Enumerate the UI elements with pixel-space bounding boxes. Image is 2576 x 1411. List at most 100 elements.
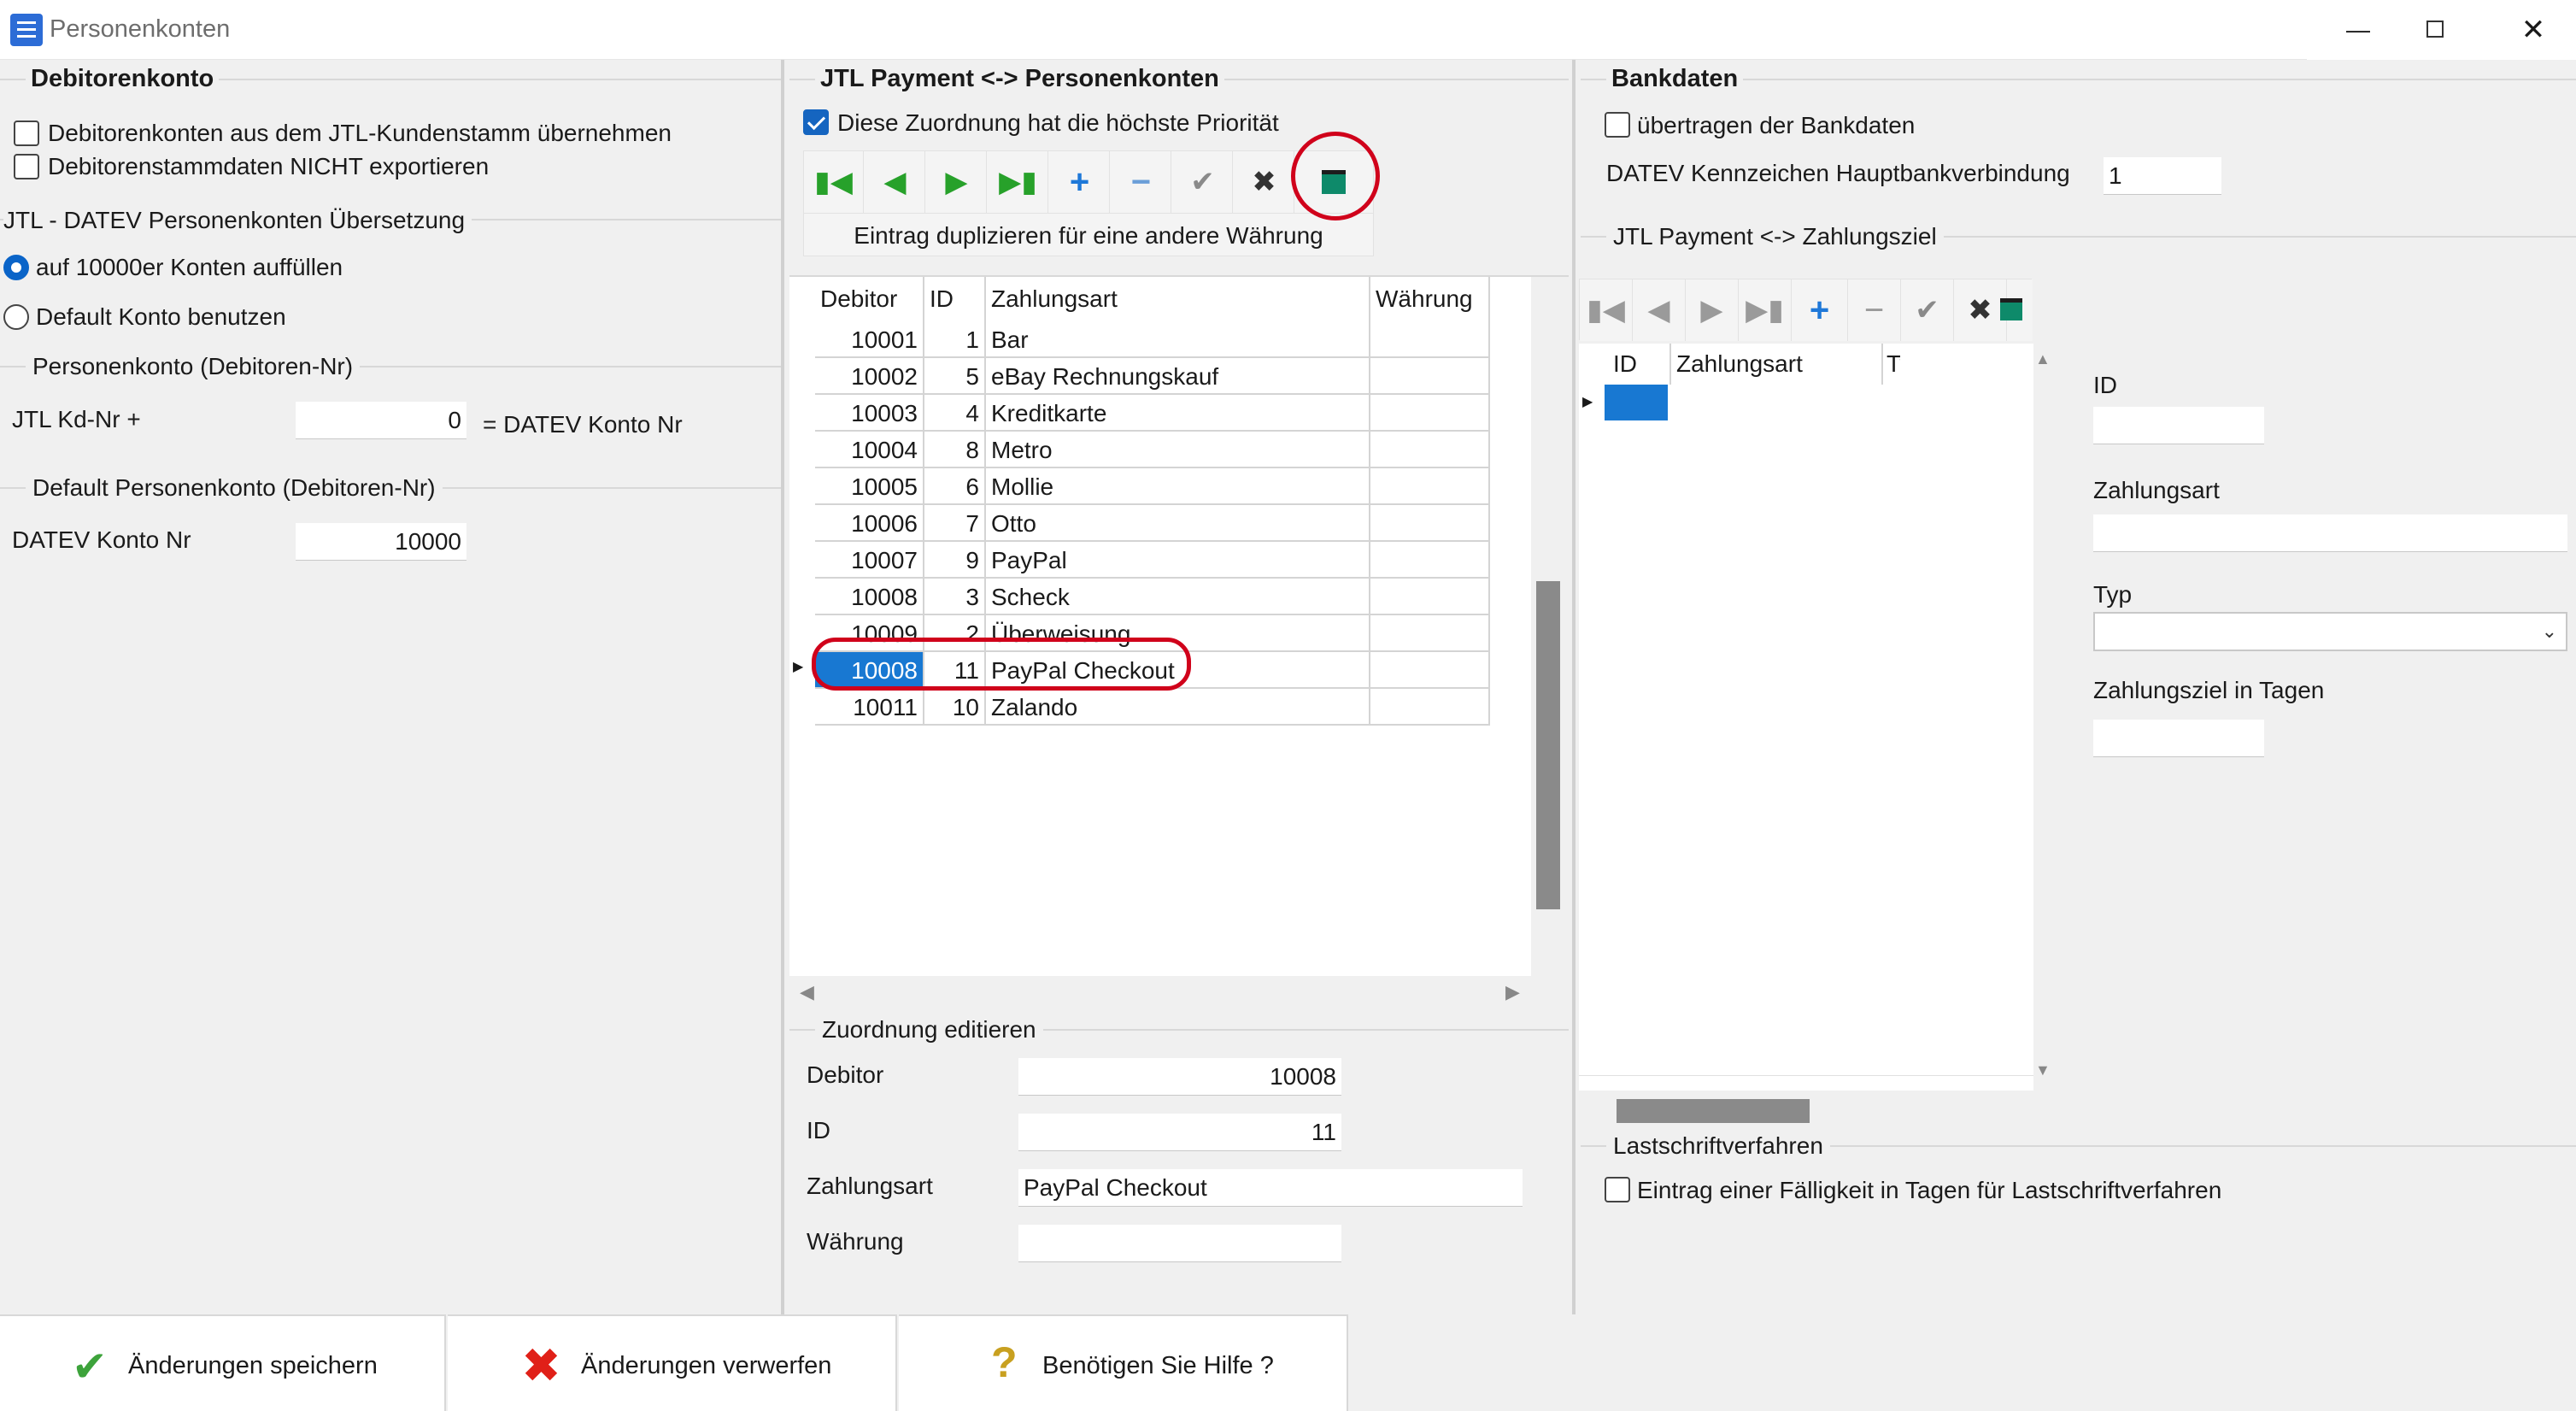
table-row[interactable]: 10008 3 Scheck: [815, 579, 1490, 615]
minimize-icon[interactable]: —: [2332, 12, 2384, 48]
payment-toolbar: ▮◀ ◀ ▶ ▶▮ + − ✔ ✖ Eintrag duplizieren fü…: [803, 150, 1374, 256]
help-button[interactable]: ? Benötigen Sie Hilfe ?: [899, 1314, 1348, 1411]
splitter-left[interactable]: [781, 60, 784, 1314]
maximize-icon[interactable]: [2426, 21, 2444, 38]
typ-label: Typ: [2093, 581, 2133, 608]
table-row[interactable]: 10003 4 Kreditkarte: [815, 395, 1490, 432]
confirm-icon[interactable]: ✔: [1173, 151, 1233, 213]
confirm-icon[interactable]: ✔: [1901, 279, 1954, 341]
table-row[interactable]: 10007 9 PayPal: [815, 542, 1490, 579]
highlight-oval: [812, 638, 1191, 691]
ziel-label: Zahlungsziel in Tagen: [2093, 677, 2325, 703]
hauptbank-input[interactable]: 1: [2104, 157, 2221, 195]
add-icon[interactable]: +: [1792, 279, 1848, 341]
chevron-down-icon: ⌄: [2541, 620, 2557, 642]
table-row[interactable]: 10002 5 eBay Rechnungskauf: [815, 358, 1490, 395]
cb-bankdaten[interactable]: [1605, 112, 1630, 138]
row-indicator-icon: ▶: [793, 660, 804, 674]
close-icon[interactable]: ✕: [2508, 12, 2559, 48]
prev-record-icon[interactable]: ◀: [866, 151, 925, 213]
duplicate-icon[interactable]: [2000, 279, 2033, 341]
edit-debitor-label: Debitor: [807, 1061, 884, 1088]
discard-label: Änderungen verwerfen: [581, 1352, 832, 1379]
uebersetzung-title: JTL - DATEV Personenkonten Übersetzung: [3, 207, 472, 234]
table-row[interactable]: 10004 8 Metro: [815, 432, 1490, 468]
scroll-left-icon[interactable]: ◀: [800, 981, 814, 1003]
scroll-up-icon[interactable]: ▲: [2035, 350, 2051, 368]
table-row[interactable]: 10011 10 Zalando: [815, 689, 1490, 726]
col-typ[interactable]: Ty: [1883, 344, 1900, 385]
col-waehrung[interactable]: Währung: [1370, 277, 1490, 321]
radio-default-konto[interactable]: [3, 304, 29, 330]
remove-icon[interactable]: −: [1848, 279, 1901, 341]
edit-waehrung-input[interactable]: [1018, 1225, 1341, 1262]
col-debitor[interactable]: Debitor: [815, 277, 924, 321]
remove-icon[interactable]: −: [1112, 151, 1171, 213]
discard-button[interactable]: ✖ Änderungen verwerfen: [448, 1314, 897, 1411]
next-record-icon[interactable]: ▶: [927, 151, 987, 213]
scroll-down-icon[interactable]: ▼: [2035, 1061, 2051, 1079]
add-icon[interactable]: +: [1050, 151, 1110, 213]
radio-auffuellen[interactable]: [3, 255, 29, 280]
prev-record-icon[interactable]: ◀: [1633, 279, 1686, 341]
typ-select[interactable]: ⌄: [2093, 612, 2567, 651]
save-button[interactable]: ✔ Änderungen speichern: [0, 1314, 446, 1411]
first-record-icon[interactable]: ▮◀: [804, 151, 864, 213]
table-row[interactable]: 10006 7 Otto: [815, 505, 1490, 542]
datev-suffix: = DATEV Konto Nr: [483, 411, 683, 438]
first-record-icon[interactable]: ▮◀: [1580, 279, 1633, 341]
grid-vscroll[interactable]: [1534, 277, 1562, 1010]
debitor-title: Debitorenkonto: [26, 65, 220, 93]
splitter-right[interactable]: [1572, 60, 1576, 1314]
hauptbank-label: DATEV Kennzeichen Hauptbankverbindung: [1606, 160, 2070, 186]
table-row[interactable]: 10005 6 Mollie: [815, 468, 1490, 505]
zahlungsziel-title: JTL Payment <-> Zahlungsziel: [1606, 223, 1944, 250]
bank-title: Bankdaten: [1606, 65, 1744, 93]
col-id[interactable]: ID: [1608, 344, 1671, 385]
col-id[interactable]: ID: [924, 277, 986, 321]
col-zahlungsart[interactable]: Zahlungsart: [986, 277, 1370, 321]
grid-header: Debitor ID Zahlungsart Währung: [815, 277, 1490, 321]
last-record-icon[interactable]: ▶▮: [989, 151, 1048, 213]
zahlungsart-input[interactable]: [2093, 514, 2567, 552]
grid-vscroll-thumb[interactable]: [1536, 581, 1560, 909]
col-zahlungsart[interactable]: Zahlungsart: [1671, 344, 1883, 385]
personenkonto-title: Personenkonto (Debitoren-Nr): [26, 353, 361, 380]
lastschrift-title: Lastschriftverfahren: [1606, 1132, 1830, 1160]
next-record-icon[interactable]: ▶: [1686, 279, 1739, 341]
zahlungsziel-hscroll[interactable]: [1579, 1099, 1941, 1123]
ziel-input[interactable]: [2093, 720, 2264, 757]
default-konto-title: Default Personenkonto (Debitoren-Nr): [26, 474, 443, 502]
scroll-right-icon[interactable]: ▶: [1505, 981, 1520, 1003]
cb-nicht-exportieren[interactable]: [14, 154, 39, 179]
last-record-icon[interactable]: ▶▮: [1739, 279, 1792, 341]
dup-button[interactable]: Eintrag duplizieren für eine andere Währ…: [804, 213, 1373, 257]
datev-konto-input[interactable]: 10000: [296, 523, 466, 561]
help-label: Benötigen Sie Hilfe ?: [1042, 1352, 1274, 1379]
edit-id-input[interactable]: 11: [1018, 1114, 1341, 1151]
edit-zahlungsart-input[interactable]: PayPal Checkout: [1018, 1169, 1523, 1207]
edit-waehrung-label: Währung: [807, 1228, 904, 1255]
zahlungsziel-hscroll-thumb[interactable]: [1617, 1099, 1810, 1123]
zahlungsziel-grid: ID Zahlungsart Ty ▶: [1579, 344, 2033, 1091]
cancel-icon[interactable]: ✖: [1954, 279, 2007, 341]
row-indicator-icon: ▶: [1582, 395, 1593, 409]
kdnr-input[interactable]: 0: [296, 402, 466, 439]
id-input[interactable]: [2093, 407, 2264, 444]
cb-lastschrift-label: Eintrag einer Fälligkeit in Tagen für La…: [1637, 1177, 2222, 1203]
table-row[interactable]: 10001 1 Bar: [815, 321, 1490, 358]
cb-lastschrift[interactable]: [1605, 1177, 1630, 1202]
radio-auffuellen-label: auf 10000er Konten auffüllen: [36, 254, 343, 280]
grid-hscroll[interactable]: ◀ ▶: [789, 976, 1531, 1010]
app-icon: [10, 14, 43, 46]
cb-prioritaet[interactable]: [803, 109, 829, 135]
edit-debitor-input[interactable]: 10008: [1018, 1058, 1341, 1096]
edit-title: Zuordnung editieren: [815, 1016, 1043, 1044]
cancel-icon[interactable]: ✖: [1235, 151, 1294, 213]
cb-kundenstamm-label: Debitorenkonten aus dem JTL-Kundenstamm …: [48, 120, 672, 146]
zahlungsziel-vscroll[interactable]: ▲ ▼: [2035, 344, 2054, 1091]
new-row-cell[interactable]: [1605, 385, 1668, 420]
cross-icon: ✖: [521, 1338, 561, 1392]
zahlungsart-label: Zahlungsart: [2093, 477, 2220, 503]
cb-kundenstamm[interactable]: [14, 121, 39, 146]
